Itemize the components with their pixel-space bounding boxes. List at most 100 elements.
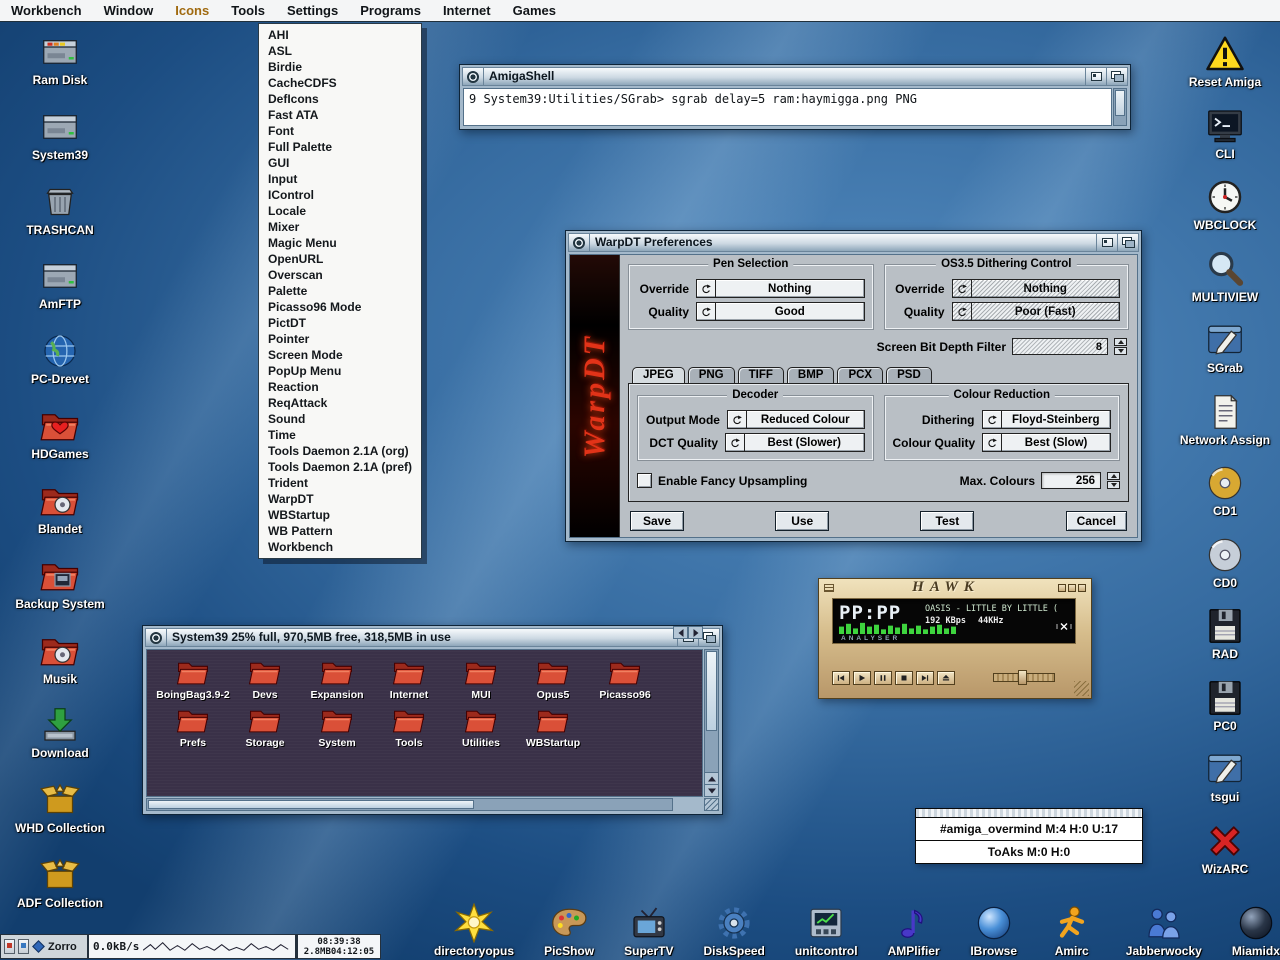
settings-menu-item[interactable]: Tools Daemon 2.1A (pref) [259, 459, 421, 475]
play-icon[interactable] [853, 671, 871, 685]
desktop-icon[interactable]: PC-Drevet [31, 331, 89, 386]
bit-depth-filter[interactable]: 8 [1012, 338, 1108, 355]
irc-titlebar[interactable] [916, 809, 1142, 818]
player-close-button[interactable] [1078, 584, 1086, 592]
depth-button[interactable] [1117, 234, 1138, 251]
settings-menu-item[interactable]: GUI [259, 155, 421, 171]
output-mode-cycle[interactable]: Reduced Colour [727, 410, 865, 429]
slider-knob[interactable] [1018, 670, 1027, 685]
fancy-upsampling-checkbox[interactable] [637, 473, 652, 488]
settings-menu-item[interactable]: CacheCDFS [259, 75, 421, 91]
max-colours-spinner[interactable] [1107, 472, 1120, 489]
folder-item[interactable]: Picasso96 [589, 656, 661, 701]
settings-menu-item[interactable]: WB Pattern [259, 523, 421, 539]
desktop-icon[interactable]: tsgui [1202, 749, 1248, 804]
desktop-icon[interactable]: PC0 [1202, 678, 1248, 733]
pause-icon[interactable] [874, 671, 892, 685]
folder-item[interactable]: Utilities [445, 704, 517, 749]
settings-menu-item[interactable]: Magic Menu [259, 235, 421, 251]
settings-menu-item[interactable]: WBStartup [259, 507, 421, 523]
menubar-item[interactable]: Tools [220, 0, 276, 21]
folder-item[interactable]: Opus5 [517, 656, 589, 701]
format-tab[interactable]: TIFF [738, 367, 784, 383]
desktop-icon[interactable]: unitcontrol [795, 903, 858, 958]
menubar-item[interactable]: Icons [164, 0, 220, 21]
desktop-icon[interactable]: AmFTP [37, 256, 83, 311]
desktop-icon[interactable]: Jabberwocky [1126, 903, 1202, 958]
volume-slider[interactable] [993, 673, 1055, 682]
scroll-right-arrow[interactable] [688, 626, 703, 639]
indicator-button[interactable] [18, 939, 29, 954]
settings-menu-item[interactable]: Overscan [259, 267, 421, 283]
colour-quality-cycle[interactable]: Best (Slow) [982, 433, 1111, 452]
folder-item[interactable]: Internet [373, 656, 445, 701]
desktop-icon[interactable]: WizARC [1202, 821, 1249, 876]
folder-item[interactable]: Prefs [157, 704, 229, 749]
folder-item[interactable]: Devs [229, 656, 301, 701]
settings-menu-item[interactable]: IControl [259, 187, 421, 203]
menubar-item[interactable]: Programs [349, 0, 432, 21]
desktop-icon[interactable]: SuperTV [624, 903, 673, 958]
settings-menu-item[interactable]: Birdie [259, 59, 421, 75]
desktop-icon[interactable]: Download [31, 705, 88, 760]
warpdt-titlebar[interactable]: WarpDT Preferences [568, 233, 1139, 252]
shell-output[interactable]: 9 System39:Utilities/SGrab> sgrab delay=… [463, 88, 1112, 126]
iconify-button[interactable] [1085, 68, 1106, 85]
desktop-icon[interactable]: IBrowse [970, 903, 1018, 958]
settings-menu-item[interactable]: Palette [259, 283, 421, 299]
close-button[interactable] [569, 234, 590, 251]
settings-menu-item[interactable]: Reaction [259, 379, 421, 395]
dither-override-cycle[interactable]: Nothing [952, 279, 1121, 298]
desktop-icon[interactable]: CLI [1202, 106, 1248, 161]
settings-menu-item[interactable]: DefIcons [259, 91, 421, 107]
desktop-icon[interactable]: Ram Disk [33, 32, 88, 87]
settings-menu-item[interactable]: Tools Daemon 2.1A (org) [259, 443, 421, 459]
save-button[interactable]: Save [630, 511, 684, 531]
settings-menu-item[interactable]: ASL [259, 43, 421, 59]
format-tab[interactable]: JPEG [632, 367, 685, 383]
desktop-icon[interactable]: Blandet [37, 481, 83, 536]
format-tab[interactable]: PSD [886, 367, 932, 383]
desktop-icon[interactable]: WBCLOCK [1194, 177, 1257, 232]
next-icon[interactable] [916, 671, 934, 685]
player-minimize-button[interactable] [1058, 584, 1066, 592]
test-button[interactable]: Test [920, 511, 974, 531]
settings-menu-item[interactable]: Time [259, 427, 421, 443]
settings-menu-item[interactable]: WarpDT [259, 491, 421, 507]
iconify-button[interactable] [1096, 234, 1117, 251]
folder-item[interactable]: WBStartup [517, 704, 589, 749]
dither-quality-cycle[interactable]: Poor (Fast) [952, 302, 1121, 321]
format-tab[interactable]: BMP [787, 367, 835, 383]
folder-item[interactable]: Storage [229, 704, 301, 749]
desktop-icon[interactable]: CD0 [1202, 535, 1248, 590]
cancel-button[interactable]: Cancel [1066, 511, 1127, 531]
folder-item[interactable]: System [301, 704, 373, 749]
player-shade-button[interactable] [1068, 584, 1076, 592]
settings-menu-item[interactable]: Locale [259, 203, 421, 219]
format-tab[interactable]: PCX [837, 367, 883, 383]
folder-item[interactable]: MUI [445, 656, 517, 701]
player-menu-icon[interactable] [824, 584, 834, 592]
desktop-icon[interactable]: RAD [1202, 606, 1248, 661]
desktop-icon[interactable]: Miamidx [1232, 903, 1280, 958]
horizontal-scrollbar[interactable] [146, 798, 673, 811]
menubar-item[interactable]: Settings [276, 0, 349, 21]
desktop-icon[interactable]: HDGames [31, 406, 88, 461]
scrollbar-thumb[interactable] [1115, 90, 1125, 116]
scroll-down-arrow[interactable] [705, 784, 718, 796]
desktop-icon[interactable]: CD1 [1202, 463, 1248, 518]
dct-quality-cycle[interactable]: Best (Slower) [725, 433, 865, 452]
desktop-icon[interactable]: directoryopus [434, 903, 514, 958]
settings-menu-item[interactable]: AHI [259, 27, 421, 43]
folder-item[interactable]: Tools [373, 704, 445, 749]
close-button[interactable] [463, 68, 484, 85]
settings-menu-item[interactable]: Screen Mode [259, 347, 421, 363]
pen-quality-cycle[interactable]: Good [696, 302, 865, 321]
settings-menu-item[interactable]: Font [259, 123, 421, 139]
settings-menu-item[interactable]: Sound [259, 411, 421, 427]
stop-icon[interactable] [895, 671, 913, 685]
dithering-cycle[interactable]: Floyd-Steinberg [982, 410, 1112, 429]
scrollbar-thumb[interactable] [706, 651, 717, 731]
desktop-icon[interactable]: DiskSpeed [704, 903, 765, 958]
settings-menu-item[interactable]: Mixer [259, 219, 421, 235]
